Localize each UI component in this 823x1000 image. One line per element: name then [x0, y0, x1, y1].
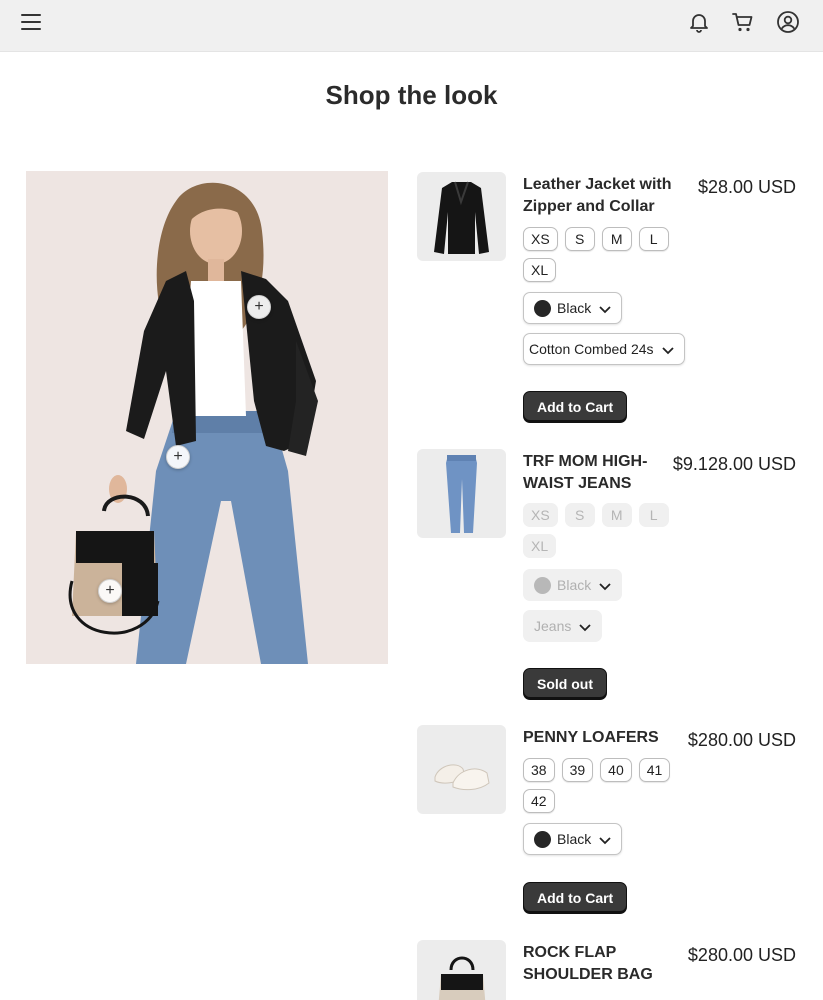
size-option: S: [564, 503, 595, 527]
product-card-bag: ROCK FLAP SHOULDER BAG $280.00 USD: [417, 940, 807, 1000]
chevron-down-icon: [579, 624, 591, 632]
add-to-cart-button[interactable]: Add to Cart: [523, 882, 628, 912]
size-option[interactable]: XL: [523, 258, 557, 282]
cart-icon[interactable]: [731, 10, 755, 34]
size-options: XS S M L XL: [523, 503, 673, 558]
bell-icon[interactable]: [687, 10, 711, 34]
product-thumbnail[interactable]: [417, 449, 506, 538]
hotspot-jacket[interactable]: +: [247, 295, 271, 319]
size-option[interactable]: XS: [523, 227, 558, 251]
size-option: XL: [523, 534, 557, 558]
hotspot-jeans[interactable]: +: [166, 445, 190, 469]
size-option[interactable]: S: [564, 227, 595, 251]
color-select[interactable]: Black: [523, 823, 623, 855]
size-options: XS S M L XL: [523, 227, 673, 282]
product-price: $280.00 USD: [687, 730, 796, 750]
add-to-cart-button[interactable]: Add to Cart: [523, 391, 628, 421]
chevron-down-icon: [599, 306, 611, 314]
chevron-down-icon: [599, 583, 611, 591]
product-card-jacket: Leather Jacket with Zipper and Collar $2…: [417, 172, 807, 432]
color-swatch: [534, 831, 551, 848]
product-price: $9.128.00 USD: [672, 454, 796, 474]
size-option[interactable]: 39: [561, 758, 594, 782]
product-thumbnail[interactable]: [417, 172, 506, 261]
size-options: 38 39 40 41 42: [523, 758, 673, 813]
size-option[interactable]: 38: [523, 758, 555, 782]
color-select: Black: [523, 569, 623, 601]
variant-value: Jeans: [534, 618, 572, 634]
size-option[interactable]: M: [601, 227, 632, 251]
product-name[interactable]: TRF MOM HIGH-WAIST JEANS: [523, 451, 683, 495]
chevron-down-icon: [661, 347, 674, 355]
color-swatch: [534, 577, 551, 594]
sold-out-button[interactable]: Sold out: [523, 668, 607, 698]
product-name[interactable]: Leather Jacket with Zipper and Collar: [523, 174, 683, 218]
size-option: XS: [523, 503, 558, 527]
size-option: M: [601, 503, 632, 527]
size-option[interactable]: 41: [638, 758, 671, 782]
size-option[interactable]: L: [638, 227, 669, 251]
color-swatch: [534, 300, 551, 317]
size-option: L: [638, 503, 669, 527]
product-thumbnail[interactable]: [417, 725, 506, 814]
user-circle-icon[interactable]: [776, 10, 800, 34]
variant-value: Cotton Combed 24s: [529, 341, 654, 357]
product-price: $28.00 USD: [697, 177, 796, 197]
size-option[interactable]: 42: [523, 789, 555, 813]
product-price: $280.00 USD: [687, 945, 796, 965]
color-value: Black: [557, 577, 592, 593]
color-select[interactable]: Black: [523, 292, 623, 324]
product-name[interactable]: ROCK FLAP SHOULDER BAG: [523, 942, 673, 986]
chevron-down-icon: [599, 837, 611, 845]
product-name[interactable]: PENNY LOAFERS: [523, 727, 693, 749]
page-title: Shop the look: [325, 80, 498, 110]
color-value: Black: [557, 831, 592, 847]
product-thumbnail[interactable]: [417, 940, 506, 1000]
variant-select: Jeans: [523, 610, 603, 642]
hotspot-bag[interactable]: +: [98, 579, 122, 603]
color-value: Black: [557, 300, 592, 316]
size-option[interactable]: 40: [600, 758, 632, 782]
top-nav-bar: [0, 0, 823, 52]
product-card-loafers: PENNY LOAFERS $280.00 USD 38 39 40 41 42…: [417, 725, 807, 925]
variant-select[interactable]: Cotton Combed 24s: [523, 333, 685, 365]
look-hero-image: + + +: [26, 171, 388, 664]
hamburger-menu-icon[interactable]: [19, 10, 43, 34]
product-card-jeans: TRF MOM HIGH-WAIST JEANS $9.128.00 USD X…: [417, 449, 807, 709]
